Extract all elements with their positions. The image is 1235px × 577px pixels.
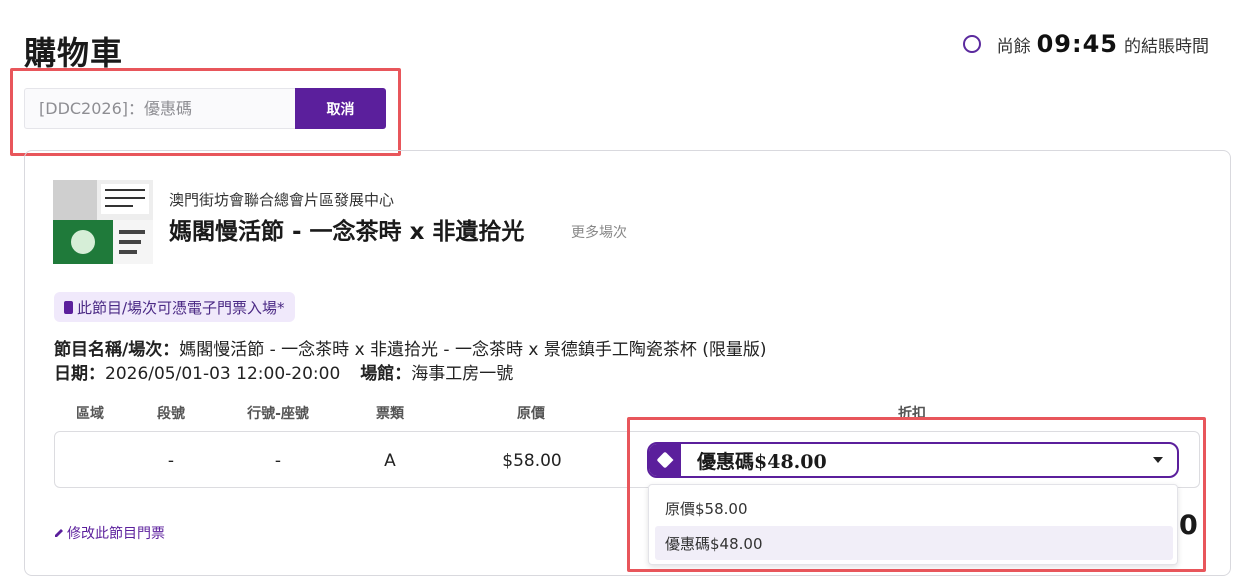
discount-highlight-box xyxy=(627,417,1206,572)
timer-value: 09:45 xyxy=(1036,30,1118,58)
header-ticket-type: 票類 xyxy=(376,406,404,422)
cell-price: $58.00 xyxy=(502,451,562,471)
phone-icon xyxy=(64,300,73,314)
event-date-label: 日期： xyxy=(54,364,105,384)
cell-section: - xyxy=(167,451,175,471)
total-amount-fragment: 0 xyxy=(1179,510,1198,541)
event-title: 媽閣慢活節 - 一念茶時 x 非遺拾光 xyxy=(169,219,525,245)
pencil-icon xyxy=(55,529,63,537)
event-poster xyxy=(53,180,153,264)
edit-tickets-link[interactable]: 修改此節目門票 xyxy=(54,523,165,543)
event-name-value: 媽閣慢活節 - 一念茶時 x 非遺拾光 - 一念茶時 x 景德鎮手工陶瓷茶杯 (… xyxy=(179,340,767,360)
eticket-badge-label: 此節目/場次可憑電子門票入場* xyxy=(77,298,285,317)
timer-prefix: 尚餘 xyxy=(996,36,1031,57)
event-date-detail: 日期：2026/05/01-03 12:00-20:00 場館：海事工房一號 xyxy=(54,359,513,384)
event-date-value: 2026/05/01-03 12:00-20:00 xyxy=(105,364,341,384)
header-section: 段號 xyxy=(157,406,185,422)
event-venue-label: 場館： xyxy=(360,364,412,384)
header-row-seat: 行號-座號 xyxy=(247,406,309,422)
edit-tickets-label: 修改此節目門票 xyxy=(67,526,165,542)
coupon-highlight-box xyxy=(10,68,401,156)
cell-row-seat: - xyxy=(274,451,282,471)
cell-ticket-type: A xyxy=(384,451,396,471)
event-name-detail: 節目名稱/場次：媽閣慢活節 - 一念茶時 x 非遺拾光 - 一念茶時 x 景德鎮… xyxy=(54,335,767,360)
checkout-timer: 尚餘 09:45 的結賬時間 xyxy=(962,30,1209,58)
more-sessions-link[interactable]: 更多場次 xyxy=(571,222,627,242)
event-name-label: 節目名稱/場次： xyxy=(54,340,180,360)
header-price: 原價 xyxy=(517,406,545,422)
event-venue-value: 海事工房一號 xyxy=(411,364,514,384)
eticket-badge: 此節目/場次可憑電子門票入場* xyxy=(54,292,295,322)
circle-outline-icon xyxy=(962,35,981,53)
event-organizer: 澳門街坊會聯合總會片區發展中心 xyxy=(169,191,395,209)
header-area: 區域 xyxy=(76,406,104,422)
timer-suffix: 的結賬時間 xyxy=(1124,36,1209,57)
